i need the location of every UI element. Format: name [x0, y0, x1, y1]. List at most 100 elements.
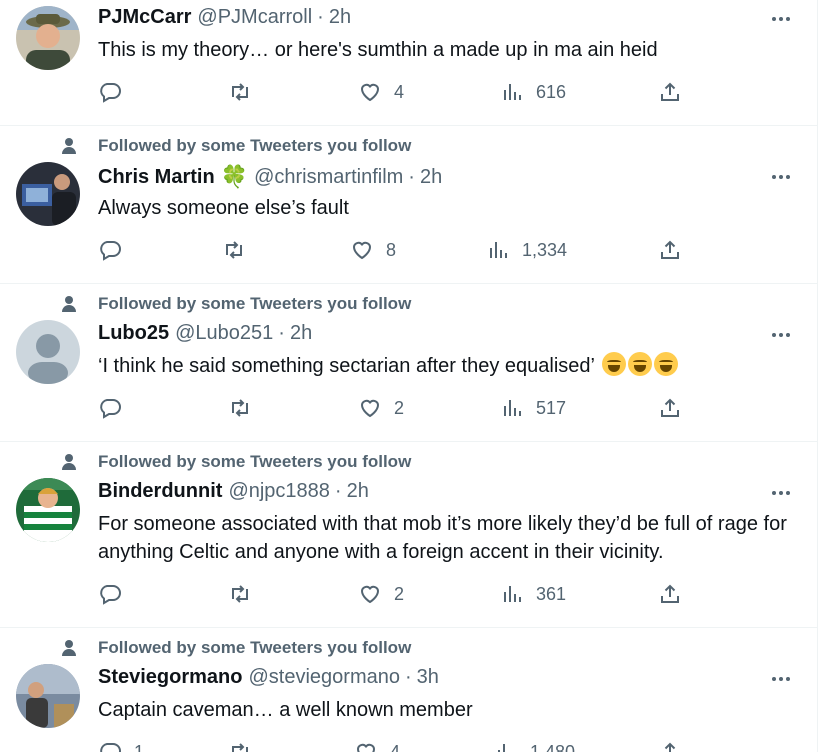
views-button[interactable]: 361: [500, 582, 566, 606]
retweet-button[interactable]: [228, 80, 264, 104]
heart-icon: [360, 399, 380, 418]
separator-dot: ·: [404, 666, 412, 688]
like-count: 4: [390, 741, 401, 752]
views-count: 1,334: [522, 239, 568, 260]
like-button[interactable]: 2: [358, 396, 404, 420]
share-button[interactable]: [658, 740, 682, 752]
tweet-text: ‘I think he said something sectarian aft…: [98, 355, 595, 377]
more-icon[interactable]: [770, 668, 792, 690]
author-name[interactable]: Steviegormano: [98, 666, 242, 689]
heart-icon: [356, 743, 376, 752]
more-icon[interactable]: [770, 324, 792, 346]
retweet-icon: [232, 83, 248, 101]
like-button[interactable]: 2: [358, 582, 404, 606]
views-button[interactable]: 616: [500, 80, 566, 104]
reply-button[interactable]: [98, 80, 134, 104]
author-name[interactable]: Chris Martin: [98, 166, 215, 189]
tweet-text: Always someone else’s fault: [98, 197, 349, 219]
retweet-icon: [232, 743, 248, 752]
tweet-actions: 2 361: [98, 582, 698, 610]
tweet-text: For someone associated with that mob it’…: [98, 513, 787, 563]
social-context-text[interactable]: Followed by some Tweeters you follow: [98, 294, 411, 314]
reply-button[interactable]: [98, 396, 134, 420]
author-handle[interactable]: @PJMcarroll: [197, 6, 312, 29]
author-handle[interactable]: @Lubo251: [175, 322, 273, 345]
social-context-text[interactable]: Followed by some Tweeters you follow: [98, 452, 411, 472]
author-name[interactable]: Lubo25: [98, 322, 169, 345]
author-handle[interactable]: @chrismartinfilm: [254, 166, 403, 189]
tweet[interactable]: Followed by some Tweeters you follow Chr…: [0, 126, 817, 284]
person-icon: [62, 296, 76, 312]
tweet-actions: 4 616: [98, 80, 698, 108]
timestamp[interactable]: 3h: [417, 666, 439, 689]
timestamp[interactable]: 2h: [290, 322, 312, 345]
reply-button[interactable]: [98, 582, 134, 606]
timestamp[interactable]: 2h: [420, 166, 442, 189]
views-icon: [498, 744, 510, 752]
retweet-button[interactable]: [228, 396, 264, 420]
views-count: 1,480: [530, 741, 576, 752]
views-button[interactable]: 517: [500, 396, 566, 420]
like-button[interactable]: 4: [354, 740, 400, 752]
reply-button[interactable]: 1: [98, 740, 144, 752]
person-icon: [62, 454, 76, 470]
views-icon: [490, 242, 507, 258]
tweet[interactable]: Followed by some Tweeters you follow Ste…: [0, 628, 817, 752]
clover-badge: 🍀: [220, 164, 249, 189]
heart-icon: [360, 83, 380, 102]
timestamp[interactable]: 2h: [347, 480, 369, 503]
share-icon: [661, 398, 679, 417]
tweet-text: This is my theory… or here's sumthin a m…: [98, 39, 658, 61]
tweet-text: Captain caveman… a well known member: [98, 699, 473, 721]
author-handle[interactable]: @steviegormano: [248, 666, 399, 689]
like-count: 2: [394, 397, 405, 418]
views-button[interactable]: 1,480: [494, 740, 575, 752]
reply-button[interactable]: [98, 238, 134, 262]
share-button[interactable]: [658, 396, 682, 420]
tweet[interactable]: Followed by some Tweeters you follow Lub…: [0, 284, 817, 442]
retweet-button[interactable]: [228, 740, 264, 752]
author-name[interactable]: Binderdunnit: [98, 480, 222, 503]
author-name[interactable]: PJMcCarr: [98, 6, 191, 29]
author-handle[interactable]: @njpc1888: [228, 480, 329, 503]
like-button[interactable]: 8: [350, 238, 396, 262]
views-count: 361: [536, 583, 567, 604]
more-icon[interactable]: [770, 166, 792, 188]
reply-icon: [100, 399, 121, 419]
retweet-button[interactable]: [228, 582, 264, 606]
views-icon: [504, 586, 521, 602]
avatar[interactable]: [16, 6, 80, 70]
tweet[interactable]: Followed by some Tweeters you follow Bin…: [0, 442, 817, 628]
share-button[interactable]: [658, 80, 682, 104]
like-count: 8: [386, 239, 397, 260]
more-icon[interactable]: [770, 8, 792, 30]
avatar[interactable]: [16, 320, 80, 384]
views-button[interactable]: 1,334: [486, 238, 567, 262]
heart-icon: [360, 585, 380, 604]
reply-icon: [100, 241, 121, 261]
share-button[interactable]: [658, 238, 682, 262]
tweet-actions: 8 1,334: [98, 238, 698, 266]
avatar[interactable]: [16, 162, 80, 226]
tweet[interactable]: PJMcCarr @PJMcarroll · 2h This is my the…: [0, 0, 817, 126]
views-count: 616: [536, 81, 567, 102]
separator-dot: ·: [334, 480, 342, 502]
laughing-tears-emoji-icon: [627, 352, 652, 376]
timeline-feed: PJMcCarr @PJMcarroll · 2h This is my the…: [0, 0, 818, 752]
social-context-text[interactable]: Followed by some Tweeters you follow: [98, 638, 411, 658]
tweet-header: Steviegormano @steviegormano · 3h: [98, 666, 439, 689]
tweet-header: Binderdunnit @njpc1888 · 2h: [98, 480, 369, 503]
views-count: 517: [536, 397, 567, 418]
separator-dot: ·: [278, 322, 285, 344]
separator-dot: ·: [408, 165, 415, 188]
share-button[interactable]: [658, 582, 682, 606]
timestamp[interactable]: 2h: [329, 6, 351, 29]
reply-icon: [100, 585, 121, 605]
social-context-text[interactable]: Followed by some Tweeters you follow: [98, 136, 411, 156]
avatar[interactable]: [16, 664, 80, 728]
avatar[interactable]: [16, 478, 80, 542]
share-icon: [664, 742, 676, 752]
like-button[interactable]: 4: [358, 80, 404, 104]
more-icon[interactable]: [770, 482, 792, 504]
retweet-button[interactable]: [222, 238, 258, 262]
